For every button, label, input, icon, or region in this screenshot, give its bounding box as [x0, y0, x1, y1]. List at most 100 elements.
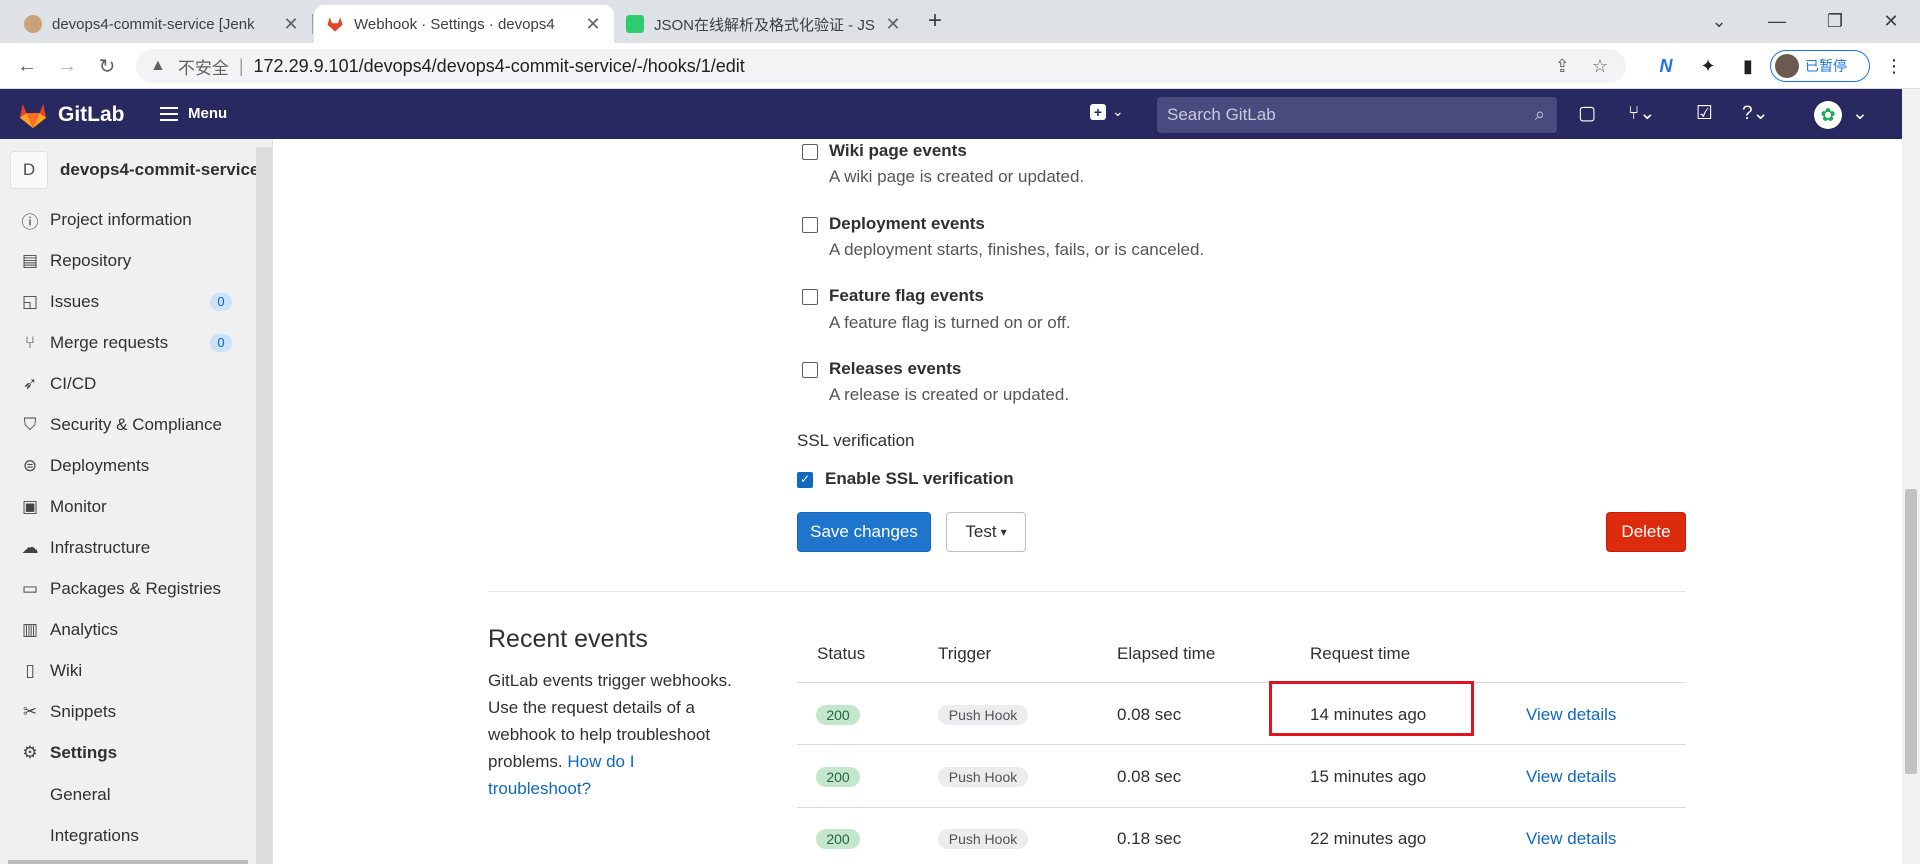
tab-title: devops4-commit-service [Jenk — [52, 15, 255, 33]
gitlab-home-link[interactable]: GitLab — [18, 101, 125, 129]
sidebar-item-label: Deployments — [50, 456, 150, 475]
browser-tab-json[interactable]: JSON在线解析及格式化验证 - JS ✕ — [614, 5, 914, 43]
column-header-elapsed-time: Elapsed time — [1117, 644, 1216, 663]
puzzle-extensions-icon[interactable]: ✦ — [1694, 52, 1722, 80]
deployment-events-checkbox[interactable] — [802, 217, 818, 233]
side-panel-icon[interactable]: ▮ — [1734, 52, 1762, 80]
sidebar-item-label: Security & Compliance — [50, 415, 222, 434]
close-tab-icon[interactable]: ✕ — [584, 14, 602, 35]
event-description: A release is created or updated. — [829, 385, 1070, 404]
browser-menu-icon[interactable]: ⋮ — [1880, 52, 1908, 80]
back-arrow-icon[interactable]: ← — [12, 51, 42, 81]
view-details-link[interactable]: View details — [1526, 829, 1616, 849]
enable-ssl-verification-checkbox[interactable]: ✓ — [797, 472, 813, 488]
jenkins-favicon-icon — [24, 15, 42, 33]
sidebar-subitem-integrations[interactable]: Integrations — [0, 816, 256, 856]
sidebar-item-label: Wiki — [50, 661, 83, 680]
sidebar-item-label: CI/CD — [50, 374, 97, 393]
tab-separator — [312, 14, 313, 34]
sidebar-item-deployments[interactable]: ⊜ Deployments — [0, 446, 256, 486]
elapsed-time: 0.18 sec — [1117, 829, 1182, 848]
view-details-link[interactable]: View details — [1526, 767, 1616, 787]
sidebar-item-settings[interactable]: ⚙ Settings — [0, 733, 256, 773]
sidebar-item-analytics[interactable]: ▥ Analytics — [0, 610, 256, 650]
scissors-icon: ✂ — [22, 702, 38, 721]
minimize-button[interactable]: — — [1748, 0, 1806, 43]
help-icon[interactable]: ?⌄ — [1742, 102, 1769, 125]
sidebar-item-packages-registries[interactable]: ▭ Packages & Registries — [0, 569, 256, 609]
chart-icon: ▥ — [21, 620, 39, 639]
browser-tab-webhook[interactable]: Webhook · Settings · devops4 ✕ — [314, 5, 614, 43]
close-tab-icon[interactable]: ✕ — [884, 14, 902, 35]
sidebar-item-monitor[interactable]: ▣ Monitor — [0, 487, 256, 527]
sidebar-scrollbar[interactable] — [256, 147, 272, 864]
event-title: Deployment events — [829, 214, 985, 233]
feature-flag-events-checkbox[interactable] — [802, 289, 818, 305]
sidebar-item-repository[interactable]: ▤ Repository — [0, 241, 256, 281]
sidebar-item-snippets[interactable]: ✂ Snippets — [0, 692, 256, 732]
main-content: Wiki page events A wiki page is created … — [273, 139, 1902, 864]
ssl-verification-heading: SSL verification — [797, 431, 915, 450]
todo-checkbox-icon[interactable]: ☑ — [1696, 102, 1713, 125]
bookmark-star-icon[interactable]: ☆ — [1592, 56, 1608, 77]
profile-button[interactable]: 已暂停 — [1770, 50, 1870, 82]
extension-n-icon[interactable]: N — [1652, 52, 1680, 80]
releases-events-checkbox[interactable] — [802, 362, 818, 378]
test-dropdown-button[interactable]: Test ▾ — [946, 512, 1026, 552]
issues-icon: ◱ — [21, 292, 39, 311]
event-description: A deployment starts, finishes, fails, or… — [829, 240, 1205, 259]
user-avatar[interactable]: ✿ — [1814, 101, 1842, 129]
json-favicon-icon — [626, 15, 644, 33]
project-header[interactable]: D devops4-commit-service — [10, 151, 260, 189]
wiki-page-events-checkbox[interactable] — [802, 144, 818, 160]
event-title: Feature flag events — [829, 286, 984, 305]
url-text[interactable]: 172.29.9.101/devops4/devops4-commit-serv… — [254, 56, 745, 77]
reload-icon[interactable]: ↻ — [92, 51, 122, 81]
search-input[interactable]: Search GitLab ⌕ — [1157, 97, 1557, 133]
security-label[interactable]: 不安全 — [178, 54, 229, 79]
new-tab-button[interactable]: + — [920, 5, 950, 37]
shield-icon: ⛉ — [23, 415, 37, 434]
forward-arrow-icon[interactable]: → — [52, 51, 82, 81]
menu-label: Menu — [188, 105, 228, 122]
project-name: devops4-commit-service — [60, 160, 260, 179]
menu-button[interactable]: Menu — [160, 105, 227, 122]
merge-requests-nav-icon[interactable]: ⑂⌄ — [1628, 102, 1655, 125]
sidebar-item-infrastructure[interactable]: ☁ Infrastructure — [0, 528, 256, 568]
book-icon: ▯ — [25, 661, 35, 680]
close-tab-icon[interactable]: ✕ — [282, 14, 300, 35]
sidebar-item-ci-cd[interactable]: ➶ CI/CD — [0, 364, 256, 404]
restore-button[interactable]: ❐ — [1806, 0, 1864, 43]
page-scrollbar-thumb[interactable] — [1905, 489, 1917, 774]
delete-button[interactable]: Delete — [1606, 512, 1686, 552]
view-details-link[interactable]: View details — [1526, 705, 1616, 725]
gitlab-brand-text: GitLab — [58, 103, 125, 126]
ssl-verification-label: Enable SSL verification — [825, 469, 1014, 488]
sidebar-item-wiki[interactable]: ▯ Wiki — [0, 651, 256, 691]
sidebar-subitem-general[interactable]: General — [0, 775, 256, 815]
share-icon[interactable]: ⇪ — [1555, 56, 1570, 77]
browser-tab-jenkins[interactable]: devops4-commit-service [Jenk ✕ — [12, 5, 312, 43]
tab-search-chevron-icon[interactable]: ⌄ — [1690, 0, 1748, 43]
trigger-badge: Push Hook — [938, 829, 1028, 849]
close-window-button[interactable]: ✕ — [1862, 0, 1920, 43]
sidebar-item-project-information[interactable]: ⓘ Project information — [0, 200, 256, 240]
table-row-divider — [797, 744, 1686, 745]
avatar-chevron-down-icon[interactable]: ⌄ — [1852, 102, 1868, 125]
chevron-down-icon: ⌄ — [1112, 103, 1124, 119]
event-title: Wiki page events — [829, 141, 967, 160]
page-scrollbar[interactable] — [1902, 89, 1920, 864]
create-new-dropdown[interactable]: + ⌄ — [1090, 103, 1124, 120]
sidebar-item-security-compliance[interactable]: ⛉ Security & Compliance — [0, 405, 256, 445]
address-bar[interactable]: ▲ 不安全 | 172.29.9.101/devops4/devops4-com… — [136, 49, 1626, 83]
sidebar-item-issues[interactable]: ◱ Issues 0 — [0, 282, 256, 322]
tab-title: Webhook · Settings · devops4 — [354, 15, 555, 33]
sidebar-item-merge-requests[interactable]: ⑂ Merge requests 0 — [0, 323, 256, 363]
save-changes-button[interactable]: Save changes — [797, 512, 931, 552]
merge-request-icon: ⑂ — [24, 333, 36, 352]
gitlab-favicon-icon — [326, 15, 344, 33]
elapsed-time: 0.08 sec — [1117, 767, 1182, 786]
request-time: 22 minutes ago — [1310, 829, 1427, 848]
warning-triangle-icon[interactable]: ▲ — [150, 57, 166, 75]
issues-nav-icon[interactable]: ▢ — [1578, 102, 1596, 125]
